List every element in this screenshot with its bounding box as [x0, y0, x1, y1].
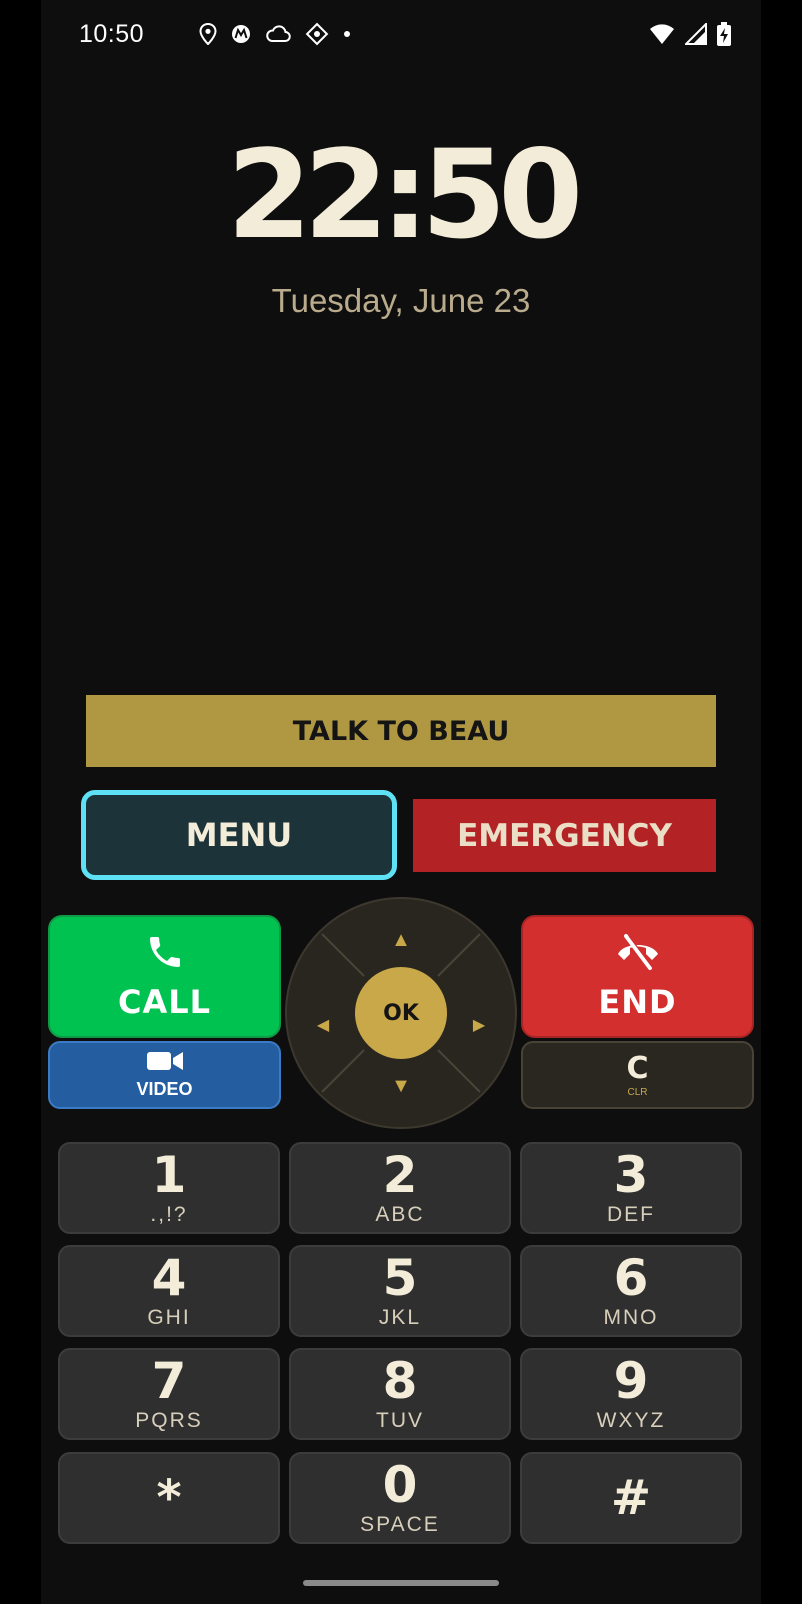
status-bar: 10:50 — [41, 14, 761, 58]
keypad-key-6[interactable]: 6 MNO — [520, 1245, 742, 1337]
dpad-left-arrow[interactable]: ◀ — [308, 1016, 338, 1036]
dot-icon — [343, 30, 351, 38]
dpad-down-arrow[interactable]: ▼ — [386, 1076, 416, 1096]
phone-icon — [145, 932, 185, 977]
keypad-key-star[interactable]: * — [58, 1452, 280, 1544]
key-digit: 7 — [151, 1352, 187, 1410]
clear-sub-label: CLR — [627, 1086, 648, 1098]
keypad-key-8[interactable]: 8 TUV — [289, 1348, 511, 1440]
talk-to-beau-button[interactable]: TALK TO BEAU — [86, 695, 716, 767]
home-gesture-bar[interactable] — [303, 1580, 499, 1586]
clock-date: Tuesday, June 23 — [271, 282, 531, 319]
keypad-key-5[interactable]: 5 JKL — [289, 1245, 511, 1337]
dpad-up-arrow[interactable]: ▲ — [386, 930, 416, 950]
video-label: VIDEO — [136, 1079, 193, 1099]
key-digit: 2 — [382, 1146, 418, 1204]
key-digit: 1 — [151, 1146, 187, 1204]
key-letters: GHI — [147, 1306, 191, 1329]
end-label: END — [598, 983, 677, 1021]
clear-button[interactable]: C CLR — [521, 1041, 754, 1109]
key-digit: 8 — [382, 1352, 418, 1410]
key-digit: 9 — [613, 1352, 649, 1410]
keypad-key-4[interactable]: 4 GHI — [58, 1245, 280, 1337]
keypad-key-9[interactable]: 9 WXYZ — [520, 1348, 742, 1440]
location-icon — [199, 23, 217, 45]
menu-button[interactable]: MENU — [81, 790, 397, 880]
motorola-icon — [231, 24, 251, 44]
phone-screen: 10:50 22:50 Tuesday, June 23 TALK TO BEA… — [41, 0, 761, 1604]
call-button[interactable]: CALL — [48, 915, 281, 1038]
emergency-button[interactable]: EMERGENCY — [413, 799, 716, 872]
keypad-key-0[interactable]: 0 SPACE — [289, 1452, 511, 1544]
key-digit: * — [156, 1470, 182, 1526]
key-digit: 0 — [382, 1456, 418, 1514]
key-digit: 5 — [382, 1249, 418, 1307]
clear-main-label: C — [626, 1050, 649, 1086]
clock-time: 22:50 — [226, 124, 583, 266]
key-letters: PQRS — [135, 1409, 203, 1432]
key-letters: JKL — [378, 1306, 422, 1329]
keypad-key-hash[interactable]: # — [520, 1452, 742, 1544]
key-digit: 3 — [613, 1146, 649, 1204]
video-call-button[interactable]: VIDEO — [48, 1041, 281, 1109]
key-letters: SPACE — [360, 1513, 440, 1536]
key-digit: 4 — [151, 1249, 187, 1307]
keypad-key-3[interactable]: 3 DEF — [520, 1142, 742, 1234]
signal-icon — [685, 23, 707, 45]
key-letters: MNO — [603, 1306, 659, 1329]
battery-charging-icon — [717, 22, 731, 46]
keypad-key-1[interactable]: 1 .,!? — [58, 1142, 280, 1234]
keypad-key-7[interactable]: 7 PQRS — [58, 1348, 280, 1440]
end-call-button[interactable]: END — [521, 915, 754, 1038]
call-label: CALL — [117, 983, 212, 1021]
key-digit: 6 — [613, 1249, 649, 1307]
hang-up-icon — [614, 932, 662, 977]
video-camera-icon — [146, 1050, 184, 1077]
key-letters: .,!? — [150, 1203, 188, 1226]
keypad-key-2[interactable]: 2 ABC — [289, 1142, 511, 1234]
ok-button[interactable]: OK — [355, 967, 447, 1059]
dpad: ▲ ▼ ◀ ▶ OK — [284, 896, 518, 1130]
key-digit: # — [610, 1470, 652, 1526]
key-letters: ABC — [375, 1203, 425, 1226]
key-letters: TUV — [376, 1409, 424, 1432]
cloud-icon — [265, 24, 291, 44]
key-letters: WXYZ — [596, 1409, 666, 1432]
dpad-right-arrow[interactable]: ▶ — [464, 1016, 494, 1036]
key-letters: DEF — [607, 1203, 655, 1226]
app-icon — [305, 22, 329, 46]
wifi-icon — [649, 23, 675, 45]
status-time: 10:50 — [79, 20, 145, 48]
